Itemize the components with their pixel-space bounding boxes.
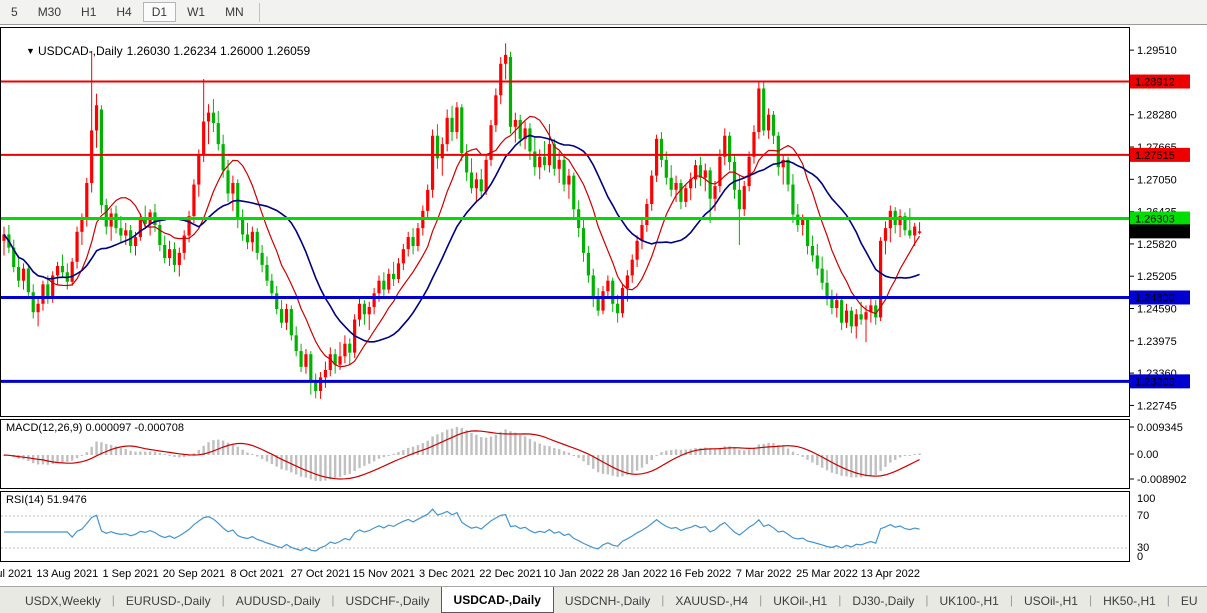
rsi-line xyxy=(4,509,920,551)
timeframe-button-d1[interactable]: D1 xyxy=(143,2,176,22)
tab-ukoil-h1[interactable]: UKOil-,H1 xyxy=(762,587,838,613)
date-label: 8 Oct 2021 xyxy=(230,568,284,580)
date-label: 22 Dec 2021 xyxy=(479,568,541,580)
svg-text:100: 100 xyxy=(1137,493,1155,505)
price-chart-canvas[interactable]: 1.295101.288951.282801.276651.270501.264… xyxy=(0,27,1207,417)
candles xyxy=(2,43,921,399)
svg-text:1.27515: 1.27515 xyxy=(1135,150,1175,162)
date-axis[interactable]: 26 Jul 2021 13 Aug 2021 1 Sep 2021 20 Sep 2… xyxy=(0,562,1207,586)
svg-text:1.23975: 1.23975 xyxy=(1137,336,1177,348)
svg-text:1.28280: 1.28280 xyxy=(1137,110,1177,122)
tab-usoil-h1[interactable]: USOil-,H1 xyxy=(1013,587,1089,613)
timeframe-button-h1[interactable]: H1 xyxy=(72,2,105,22)
tab-usdx-weekly[interactable]: USDX,Weekly xyxy=(14,587,112,613)
svg-text:1.26303: 1.26303 xyxy=(1135,214,1175,226)
svg-text:70: 70 xyxy=(1137,510,1149,522)
chart-tabs: USDX,Weekly|EURUSD-,Daily|AUDUSD-,Daily|… xyxy=(0,586,1207,613)
svg-text:1.23203: 1.23203 xyxy=(1135,376,1175,388)
date-label: 3 Dec 2021 xyxy=(419,568,475,580)
date-label: 20 Sep 2021 xyxy=(163,568,225,580)
tab-dj30-daily[interactable]: DJ30-,Daily xyxy=(841,587,925,613)
tab-xauusd-h4[interactable]: XAUUSD-,H4 xyxy=(664,587,759,613)
tab-hk50-h1[interactable]: HK50-,H1 xyxy=(1092,587,1167,613)
svg-text:1.25205: 1.25205 xyxy=(1137,271,1177,283)
svg-text:1.22745: 1.22745 xyxy=(1137,400,1177,412)
svg-text:1.29510: 1.29510 xyxy=(1137,45,1177,57)
svg-text:1.24800: 1.24800 xyxy=(1135,292,1175,304)
svg-text:1.28912: 1.28912 xyxy=(1135,77,1175,89)
date-label: 1 Sep 2021 xyxy=(102,568,158,580)
date-label: 10 Jan 2022 xyxy=(544,568,605,580)
price-axis: 1.295101.288951.282801.276651.270501.264… xyxy=(1130,45,1190,412)
timeframe-button-5[interactable]: 5 xyxy=(2,2,27,22)
timeframe-toolbar: 5M30H1H4D1W1MN xyxy=(0,0,1207,25)
rsi-panel: 10070300 RSI(14) 51.9476 xyxy=(0,491,1207,562)
toolbar-separator xyxy=(259,3,260,22)
date-label: 27 Oct 2021 xyxy=(291,568,351,580)
tab-usdcnh-daily[interactable]: USDCNH-,Daily xyxy=(554,587,661,613)
tab-audusd-daily[interactable]: AUDUSD-,Daily xyxy=(225,587,332,613)
tab-eurusd-daily[interactable]: EURUSD-,Daily xyxy=(115,587,222,613)
tab-usdcad-daily[interactable]: USDCAD-,Daily xyxy=(441,587,554,613)
tab-uk100-h1[interactable]: UK100-,H1 xyxy=(928,587,1009,613)
tab-eu[interactable]: EU xyxy=(1170,587,1207,613)
date-label: 28 Jan 2022 xyxy=(607,568,668,580)
price-chart-panel: 1.295101.288951.282801.276651.270501.264… xyxy=(0,27,1207,417)
date-label: 13 Aug 2021 xyxy=(36,568,98,580)
date-label: 15 Nov 2021 xyxy=(353,568,415,580)
date-label: 26 Jul 2021 xyxy=(0,568,32,580)
plot-border xyxy=(1,28,1130,417)
svg-text:-0.008902: -0.008902 xyxy=(1137,474,1187,486)
date-label: 13 Apr 2022 xyxy=(861,568,920,580)
mt4-window: 5M30H1H4D1W1MN 1.295101.288951.282801.27… xyxy=(0,0,1207,613)
svg-text:1.24590: 1.24590 xyxy=(1137,304,1177,316)
svg-text:0: 0 xyxy=(1137,551,1143,562)
macd-histogram xyxy=(3,427,921,481)
date-label: 7 Mar 2022 xyxy=(736,568,792,580)
svg-text:1.26059: 1.26059 xyxy=(1135,226,1175,238)
svg-text:0.009345: 0.009345 xyxy=(1137,422,1183,434)
svg-text:1.27050: 1.27050 xyxy=(1137,174,1177,186)
svg-text:0.00: 0.00 xyxy=(1137,449,1158,461)
rsi-canvas[interactable]: 10070300 xyxy=(0,491,1207,562)
date-label: 25 Mar 2022 xyxy=(796,568,858,580)
timeframe-button-w1[interactable]: W1 xyxy=(178,2,214,22)
timeframe-button-mn[interactable]: MN xyxy=(216,2,253,22)
timeframe-button-h4[interactable]: H4 xyxy=(107,2,140,22)
date-label: 16 Feb 2022 xyxy=(670,568,732,580)
svg-text:1.25820: 1.25820 xyxy=(1137,239,1177,251)
macd-panel: 0.0093450.00-0.008902 MACD(12,26,9) 0.00… xyxy=(0,419,1207,489)
timeframe-button-m30[interactable]: M30 xyxy=(29,2,70,22)
tab-usdchf-daily[interactable]: USDCHF-,Daily xyxy=(335,587,441,613)
horizontal-levels[interactable] xyxy=(1,82,1129,382)
macd-canvas[interactable]: 0.009345 0.00 -0.008902 xyxy=(0,419,1207,489)
